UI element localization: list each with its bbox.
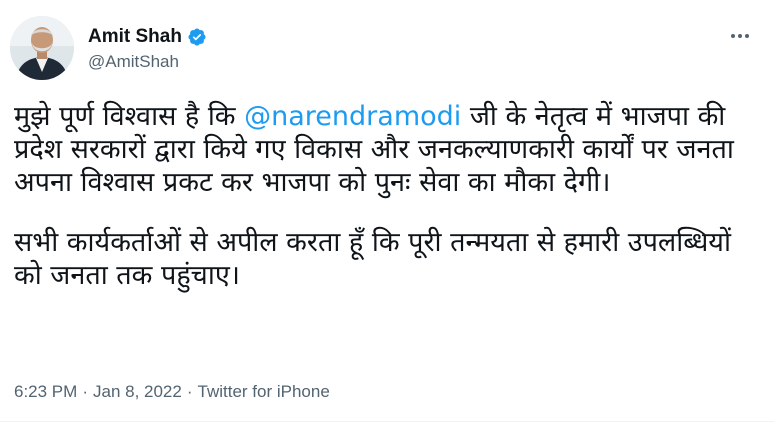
tweet-header: Amit Shah @AmitShah — [10, 14, 207, 82]
tweet-time[interactable]: 6:23 PM — [14, 382, 77, 402]
profile-photo-icon — [10, 16, 74, 80]
tweet-paragraph-2: सभी कार्यकर्ताओं से अपील करता हूँ कि पूर… — [14, 227, 731, 291]
display-name[interactable]: Amit Shah — [88, 26, 182, 48]
tweet-text-part: मुझे पूर्ण विश्वास है कि — [14, 101, 245, 132]
tweet-paragraph-1: मुझे पूर्ण विश्वास है कि @narendramodi ज… — [14, 100, 759, 199]
tweet-source[interactable]: Twitter for iPhone — [198, 382, 330, 402]
more-horizontal-icon — [731, 34, 749, 38]
verified-badge-icon — [187, 27, 207, 47]
tweet-date[interactable]: Jan 8, 2022 — [93, 382, 182, 402]
handle[interactable]: @AmitShah — [88, 52, 207, 72]
tweet-card: Amit Shah @AmitShah मुझे पूर्ण विश्वास ह… — [0, 0, 774, 422]
tweet-meta: 6:23 PM · Jan 8, 2022 · Twitter for iPho… — [14, 382, 330, 402]
mention-link[interactable]: @narendramodi — [244, 101, 461, 132]
user-block: Amit Shah @AmitShah — [88, 24, 207, 72]
name-row: Amit Shah — [88, 24, 207, 50]
more-options-button[interactable] — [728, 24, 752, 48]
meta-separator: · — [82, 382, 88, 401]
tweet-text: मुझे पूर्ण विश्वास है कि @narendramodi ज… — [14, 100, 759, 292]
avatar[interactable] — [10, 16, 74, 80]
meta-separator: · — [186, 382, 193, 401]
